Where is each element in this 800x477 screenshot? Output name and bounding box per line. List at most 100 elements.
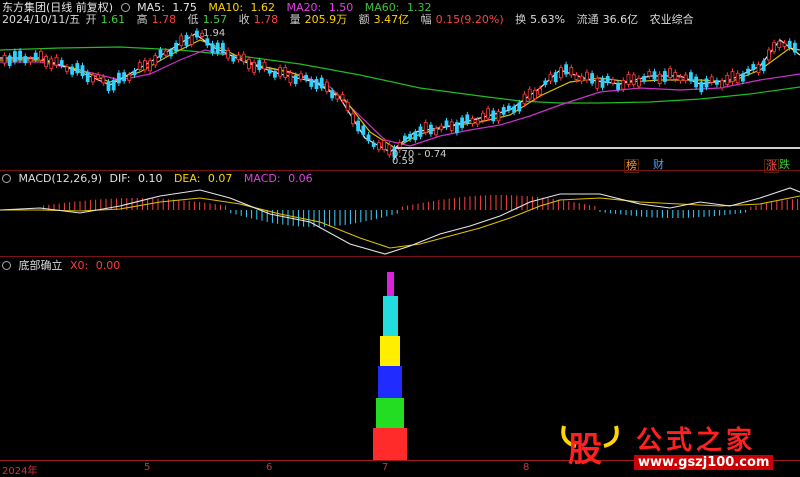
candle-body <box>314 79 319 90</box>
candle-body <box>704 78 709 88</box>
candle-body <box>735 72 740 84</box>
indicator-header: 底部确立 X0: 0.00 <box>2 259 128 272</box>
candle-body <box>257 60 262 70</box>
candle-body <box>33 52 38 60</box>
high-mark-label: 1.94 <box>203 28 225 39</box>
candle-body <box>184 35 189 46</box>
candle-body <box>288 72 293 84</box>
panel-divider-1 <box>0 170 800 171</box>
candle-body <box>236 54 241 60</box>
candle-body <box>246 58 251 70</box>
candle-body <box>548 73 553 82</box>
candle-body <box>80 65 85 77</box>
watermark-brand: 公式之家 <box>636 426 757 456</box>
candle-body <box>585 71 589 81</box>
candle-body <box>309 79 314 87</box>
candle-body <box>590 73 594 84</box>
candle-body <box>163 50 168 56</box>
candle-body <box>226 49 231 59</box>
candle-body <box>600 78 605 88</box>
candle-body <box>491 110 496 122</box>
candle-body <box>65 66 69 72</box>
candle-body <box>460 117 465 128</box>
candle-body <box>454 122 459 133</box>
candle-body <box>574 74 579 80</box>
candle-body <box>559 67 563 79</box>
candle-body <box>23 56 28 64</box>
candlestick-chart[interactable]: 1.94 0.59 0.70 - 0.74 <box>0 0 800 170</box>
candle-body <box>2 54 7 64</box>
watermark-url: www.gszj100.com <box>634 455 774 470</box>
candle-body <box>564 64 568 75</box>
candle-body <box>699 81 704 93</box>
xaxis-label-6: 6 <box>266 462 273 473</box>
candle-body <box>12 51 17 62</box>
candle-body <box>174 42 179 52</box>
candle-body <box>725 74 730 85</box>
candle-body <box>689 72 693 82</box>
candle-body <box>543 80 548 85</box>
candle-body <box>210 43 215 53</box>
indicator-settings-icon[interactable] <box>2 261 11 270</box>
candle-body <box>96 74 100 79</box>
candle-body <box>709 76 714 83</box>
stack-segment-green <box>376 398 404 428</box>
candle-body <box>137 62 142 70</box>
candle-body <box>439 125 444 130</box>
candle-body <box>480 112 485 121</box>
candle-body <box>324 81 329 92</box>
candle-body <box>428 124 433 135</box>
candle-body <box>356 120 361 132</box>
candle-body <box>117 72 121 84</box>
candle-body <box>423 122 428 133</box>
stack-segment-cyan <box>383 310 398 336</box>
candle-body <box>637 77 641 87</box>
candle-body <box>413 131 418 141</box>
candle-body <box>153 55 158 66</box>
candle-body <box>657 73 662 85</box>
candle-body <box>298 73 303 80</box>
candle-body <box>767 49 771 61</box>
candle-body <box>366 134 371 142</box>
candle-body <box>621 79 626 90</box>
candle-body <box>345 101 350 111</box>
xaxis-label-5: 5 <box>144 462 151 473</box>
candle-body <box>7 55 12 66</box>
candle-body <box>111 79 116 91</box>
candle-body <box>512 106 516 113</box>
candle-body <box>179 35 184 46</box>
xaxis-label-8: 8 <box>523 462 530 473</box>
candle-body <box>402 135 407 142</box>
candle-body <box>132 70 137 76</box>
dea-line <box>0 195 800 249</box>
candle-body <box>241 53 246 63</box>
candle-body <box>694 76 698 88</box>
candle-body <box>319 77 324 89</box>
candle-body <box>376 142 381 150</box>
candle-body <box>782 42 787 47</box>
ma5-line <box>0 33 800 153</box>
macd-chart[interactable] <box>0 184 800 256</box>
candle-body <box>741 73 745 82</box>
stack-segment-blue <box>378 366 402 398</box>
candle-body <box>361 125 366 135</box>
candle-body <box>465 114 470 124</box>
candle-body <box>340 94 345 101</box>
candle-body <box>527 88 532 100</box>
candle-body <box>569 67 574 76</box>
indicator-x0: X0: 0.00 <box>70 259 121 272</box>
candle-body <box>350 113 355 125</box>
candle-body <box>28 58 33 63</box>
indicator-title[interactable]: 底部确立 <box>19 259 63 272</box>
candle-body <box>335 94 340 100</box>
candle-body <box>220 42 225 54</box>
candle-body <box>611 79 615 84</box>
candle-body <box>777 41 782 48</box>
candle-body <box>168 50 173 57</box>
candle-body <box>631 74 636 85</box>
macd-settings-icon[interactable] <box>2 174 11 183</box>
candle-body <box>283 67 288 78</box>
candle-body <box>673 71 678 80</box>
candle-body <box>642 75 646 82</box>
indicator-stack <box>372 272 408 460</box>
